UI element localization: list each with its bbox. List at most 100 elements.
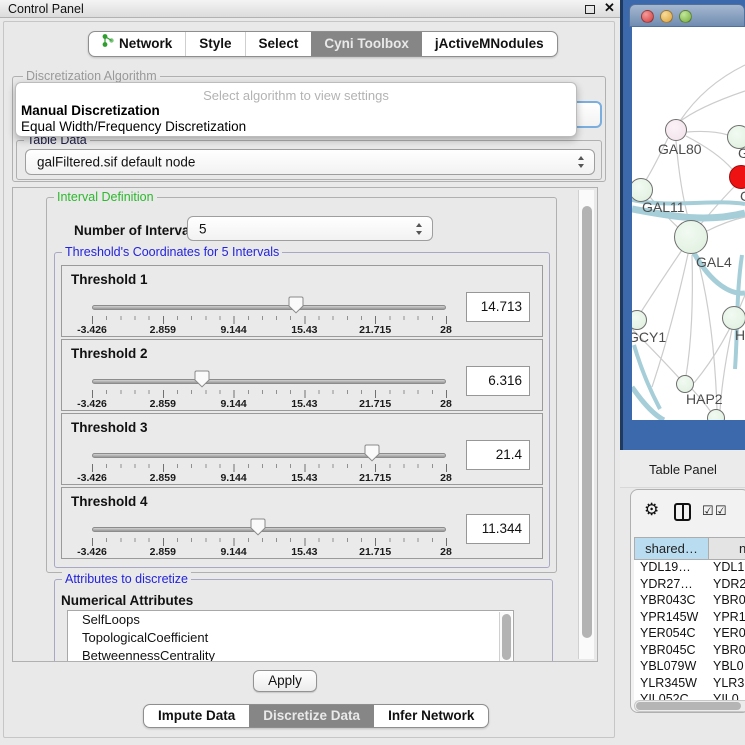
attributes-fieldset: Attributes to discretize Numerical Attri… bbox=[54, 579, 553, 662]
table-row[interactable]: YIL052CYIL0 bbox=[634, 692, 745, 700]
list-item[interactable]: SelfLoops bbox=[68, 611, 513, 629]
threshold-3-value-field[interactable]: 21.4 bbox=[466, 440, 530, 470]
checkbox-icon[interactable]: ☑ bbox=[702, 503, 714, 519]
zoom-traffic-light-icon[interactable] bbox=[679, 10, 692, 23]
apply-button[interactable]: Apply bbox=[253, 670, 317, 692]
node-label-gcy1: GCY1 bbox=[632, 329, 666, 345]
column-header-shared[interactable]: shared… bbox=[634, 537, 709, 560]
threshold-1-slider-thumb[interactable] bbox=[288, 296, 304, 314]
threshold-1-value-field[interactable]: 14.713 bbox=[466, 292, 530, 322]
threshold-2-slider-thumb[interactable] bbox=[194, 370, 210, 388]
table-horizontal-scrollbar[interactable] bbox=[634, 700, 745, 712]
gear-icon[interactable]: ⚙ bbox=[644, 500, 659, 520]
algorithm-popup: Select algorithm to view settings Manual… bbox=[15, 82, 577, 137]
threshold-4-slider-thumb[interactable] bbox=[250, 518, 266, 536]
list-scrollbar-thumb[interactable] bbox=[502, 614, 511, 660]
numerical-attributes-list[interactable]: SelfLoops TopologicalCoefficient Between… bbox=[67, 610, 514, 662]
table-data-combobox[interactable]: galFiltered.sif default node bbox=[25, 149, 595, 175]
thresholds-fieldset: Threshold's Coordinates for 5 Intervals … bbox=[54, 252, 550, 568]
combo-spinner-icon bbox=[578, 156, 585, 168]
network-canvas[interactable]: GAL80 GAL11 GAL4 GCY1 HAP2 G C H bbox=[632, 27, 745, 420]
threshold-2-value-field[interactable]: 6.316 bbox=[466, 366, 530, 396]
node-label-gal11: GAL11 bbox=[642, 199, 685, 215]
minimize-traffic-light-icon[interactable] bbox=[660, 10, 673, 23]
algorithm-option-manual[interactable]: Manual Discretization bbox=[21, 103, 160, 118]
control-panel-tabbar: Network Style Select Cyni Toolbox jActiv… bbox=[88, 31, 558, 57]
tab-infer-network[interactable]: Infer Network bbox=[374, 705, 488, 727]
close-traffic-light-icon[interactable] bbox=[641, 10, 654, 23]
tab-style[interactable]: Style bbox=[185, 32, 244, 56]
table-row[interactable]: YPR145WYPR1 bbox=[634, 610, 745, 627]
tab-jactivemnodules[interactable]: jActiveMNodules bbox=[422, 32, 557, 56]
slider-tick-labels: -3.4262.8599.14415.4321.71528 bbox=[92, 398, 446, 410]
table-panel-header: Table Panel bbox=[620, 450, 745, 488]
threshold-4-slider-track[interactable] bbox=[92, 527, 446, 532]
checkbox-icon[interactable]: ☑ bbox=[715, 503, 727, 519]
table-row[interactable]: YDR27…YDR2 bbox=[634, 577, 745, 594]
tab-impute-data[interactable]: Impute Data bbox=[144, 705, 249, 727]
threshold-2-slider-track[interactable] bbox=[92, 379, 446, 384]
settings-scrollbar-thumb[interactable] bbox=[582, 206, 592, 638]
node-gal80[interactable] bbox=[665, 119, 687, 141]
table-data-fieldset: Table Data galFiltered.sif default node bbox=[16, 140, 602, 180]
node-label-gal4: GAL4 bbox=[696, 254, 732, 270]
threshold-2-label: Threshold 2 bbox=[71, 346, 148, 361]
list-item[interactable]: TopologicalCoefficient bbox=[68, 629, 513, 647]
combo-spinner-icon bbox=[416, 223, 423, 235]
slider-major-ticks bbox=[92, 390, 448, 398]
table-horizontal-scrollbar-thumb[interactable] bbox=[636, 702, 741, 710]
table-panel-card: ⚙ ☑ ☑ shared… na YDL19…YDL1 YDR27…YDR2 Y… bbox=[630, 489, 745, 713]
node-label-partial-top: G bbox=[738, 145, 745, 161]
settings-scrollbar[interactable] bbox=[578, 190, 594, 659]
split-columns-icon[interactable] bbox=[674, 503, 691, 521]
tab-select[interactable]: Select bbox=[245, 32, 312, 56]
interval-definition-legend: Interval Definition bbox=[54, 190, 157, 204]
discretization-algorithm-legend: Discretization Algorithm bbox=[23, 69, 160, 83]
num-intervals-combobox[interactable]: 5 bbox=[187, 216, 433, 241]
slider-tick-labels: -3.4262.8599.14415.4321.71528 bbox=[92, 546, 446, 558]
node-bottom[interactable] bbox=[707, 409, 725, 420]
num-intervals-label: Number of Intervals bbox=[74, 223, 201, 238]
node-label-hap2: HAP2 bbox=[686, 391, 723, 407]
tab-network[interactable]: Network bbox=[89, 32, 185, 56]
tab-cyni-toolbox[interactable]: Cyni Toolbox bbox=[311, 32, 422, 56]
slider-major-ticks bbox=[92, 316, 448, 324]
bottom-tabbar: Impute Data Discretize Data Infer Networ… bbox=[143, 704, 489, 728]
table-row[interactable]: YER054CYER0 bbox=[634, 626, 745, 643]
threshold-3-label: Threshold 3 bbox=[71, 420, 148, 435]
node-gal4[interactable] bbox=[674, 220, 708, 254]
control-panel-title: Control Panel bbox=[8, 2, 84, 16]
numerical-attributes-heading: Numerical Attributes bbox=[61, 593, 193, 608]
tab-style-label: Style bbox=[199, 32, 231, 56]
table-row[interactable]: YBL079WYBL0 bbox=[634, 659, 745, 676]
table-row[interactable]: YLR345WYLR3 bbox=[634, 676, 745, 693]
node-label-partial-mid: C bbox=[740, 188, 745, 204]
threshold-1-box: Threshold 1 -3.4262.8599.14415.4321.7152… bbox=[61, 265, 543, 337]
table-rows: YDL19…YDL1 YDR27…YDR2 YBR043CYBR0 YPR145… bbox=[634, 560, 745, 700]
slider-major-ticks bbox=[92, 464, 448, 472]
algorithm-option-equal-width[interactable]: Equal Width/Frequency Discretization bbox=[21, 119, 246, 134]
threshold-1-slider-track[interactable] bbox=[92, 305, 446, 310]
num-intervals-value: 5 bbox=[199, 221, 207, 236]
node-label-gal80: GAL80 bbox=[658, 141, 702, 157]
table-data-value: galFiltered.sif default node bbox=[37, 155, 195, 170]
list-scrollbar[interactable] bbox=[499, 612, 512, 662]
float-window-icon[interactable] bbox=[585, 5, 595, 14]
table-row[interactable]: YBR043CYBR0 bbox=[634, 593, 745, 610]
network-window-titlebar[interactable] bbox=[629, 4, 745, 27]
threshold-3-slider-track[interactable] bbox=[92, 453, 446, 458]
control-panel-titlebar: Control Panel ✕ bbox=[0, 0, 620, 18]
threshold-3-slider-thumb[interactable] bbox=[364, 444, 380, 462]
table-panel-title: Table Panel bbox=[649, 462, 717, 477]
slider-tick-labels: -3.4262.8599.14415.4321.71528 bbox=[92, 472, 446, 484]
tab-discretize-data[interactable]: Discretize Data bbox=[249, 705, 374, 727]
attributes-legend: Attributes to discretize bbox=[62, 572, 191, 586]
close-icon[interactable]: ✕ bbox=[604, 0, 615, 16]
threshold-1-label: Threshold 1 bbox=[71, 272, 148, 287]
table-row[interactable]: YDL19…YDL1 bbox=[634, 560, 745, 577]
list-item[interactable]: BetweennessCentrality bbox=[68, 647, 513, 662]
node-label-partial-low: H bbox=[735, 327, 745, 343]
table-row[interactable]: YBR045CYBR0 bbox=[634, 643, 745, 660]
column-header-name[interactable]: na bbox=[708, 537, 745, 560]
threshold-4-value-field[interactable]: 11.344 bbox=[466, 514, 530, 544]
